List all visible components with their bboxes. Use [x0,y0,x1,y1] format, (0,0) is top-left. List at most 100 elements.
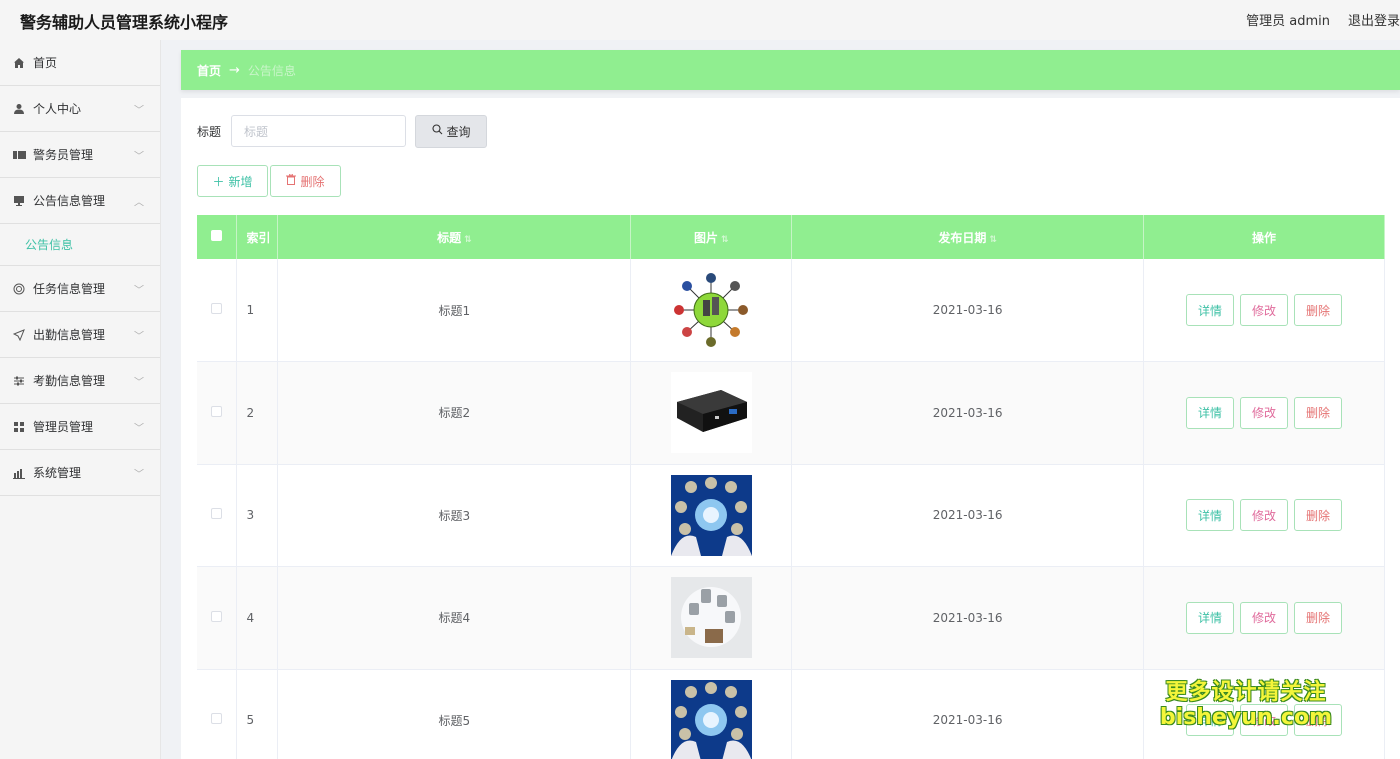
row-date: 2021-03-16 [791,566,1145,670]
sidebar-item-label: 首页 [33,56,58,70]
select-all-cell [197,215,238,259]
sidebar-item-admin-mgmt[interactable]: 管理员管理 ﹀ [0,404,160,450]
row-select-cell [197,464,238,567]
search-input[interactable]: 标题 [231,115,407,147]
sidebar: 首页 个人中心 ﹀ 警务员管理 ﹀ 公告信息管理 ︿ 公告信息 任务信息管理 ﹀ [0,40,161,759]
row-image-cell [630,464,793,567]
breadcrumb-home[interactable]: 首页 [197,62,221,79]
watermark-line1: 更多设计请关注 [1165,680,1327,705]
user-label[interactable]: 管理员 admin [1246,10,1330,29]
row-checkbox[interactable] [211,508,223,520]
target-icon [12,282,26,296]
sidebar-item-attendance-out[interactable]: 出勤信息管理 ﹀ [0,312,160,358]
select-all-checkbox[interactable] [211,230,223,241]
sidebar-item-label: 考勤信息管理 [33,374,106,388]
sidebar-item-label: 任务信息管理 [33,282,106,296]
main-content: 首页 → 公告信息 标题 标题 查询 ＋ 新增 删除 索引 标题 ⇅ 图片 ⇅ … [181,50,1400,759]
search-button[interactable]: 查询 [415,114,488,148]
sidebar-item-notice-mgmt[interactable]: 公告信息管理 ︿ [0,178,160,224]
row-title: 标题5 [277,669,632,759]
ticket-icon [12,148,26,162]
sidebar-item-label: 个人中心 [33,102,82,116]
row-index: 2 [236,361,279,465]
sort-icon[interactable]: ⇅ [721,235,729,245]
header-date[interactable]: 发布日期 ⇅ [791,215,1145,259]
breadcrumb-current: 公告信息 [247,63,296,78]
header-image[interactable]: 图片 ⇅ [630,215,793,259]
home-icon [12,56,26,70]
row-checkbox[interactable] [211,303,223,314]
header-date-label: 发布日期 [938,230,987,245]
table-row: 1 标题1 2021-03-16 详情 修改 删除 [197,259,1385,362]
chevron-down-icon: ﹀ [134,423,144,434]
sidebar-item-label: 公告信息管理 [33,194,106,208]
detail-button[interactable]: 详情 [1186,499,1234,532]
table-header-row: 索引 标题 ⇅ 图片 ⇅ 发布日期 ⇅ 操作 [197,215,1385,259]
header-title[interactable]: 标题 ⇅ [277,215,632,259]
row-image-cell [630,566,793,670]
edit-button[interactable]: 修改 [1240,294,1288,326]
row-checkbox[interactable] [211,405,223,417]
row-ops: 详情 修改 删除 [1144,499,1384,532]
action-bar: ＋ 新增 删除 [197,165,341,197]
header-index-label: 索引 [246,230,271,245]
watermark-line2: bisheyun.com [1159,705,1332,730]
delete-button[interactable]: 删除 [1294,601,1342,634]
sort-icon[interactable]: ⇅ [989,235,997,245]
sidebar-item-label: 警务员管理 [33,148,94,162]
row-checkbox[interactable] [211,610,223,622]
add-button[interactable]: ＋ 新增 [197,165,268,197]
delete-button[interactable]: 删除 [1294,499,1342,532]
blue-globe-hands-image [670,679,752,759]
search-button-label: 查询 [446,124,471,139]
sort-icon[interactable]: ⇅ [464,235,472,245]
row-ops: 详情 修改 删除 [1144,396,1384,429]
header-index: 索引 [236,215,279,259]
breadcrumb: 首页 → 公告信息 [181,50,1400,90]
sidebar-item-label: 系统管理 [33,466,82,480]
detail-button[interactable]: 详情 [1186,601,1234,634]
row-checkbox[interactable] [211,713,223,725]
delete-button[interactable]: 删除 [1294,396,1342,429]
detail-button[interactable]: 详情 [1186,294,1234,326]
row-ops-cell: 详情 修改 删除 [1143,259,1385,362]
grid-icon [12,420,26,434]
row-image-cell [630,259,793,362]
row-title: 标题1 [277,259,632,362]
sidebar-subitem-label: 公告信息 [25,238,74,252]
delete-button[interactable]: 删除 [1294,294,1342,326]
watermark: 更多设计请关注 bisheyun.com [1160,682,1332,729]
row-date: 2021-03-16 [791,259,1145,362]
row-title: 标题4 [277,566,632,670]
sidebar-item-home[interactable]: 首页 [0,40,160,86]
sidebar-item-officer[interactable]: 警务员管理 ﹀ [0,132,160,178]
chart-icon [12,466,26,480]
sidebar-subitem-notice[interactable]: 公告信息 [0,224,160,266]
batch-delete-button[interactable]: 删除 [270,165,341,197]
sidebar-item-system-mgmt[interactable]: 系统管理 ﹀ [0,450,160,496]
row-date: 2021-03-16 [791,361,1145,465]
app-title: 警务辅助人员管理系统小程序 [20,13,229,32]
top-bar: 警务辅助人员管理系统小程序 管理员 admin 退出登录 [0,0,1400,40]
logout-link[interactable]: 退出登录 [1348,10,1400,29]
row-index: 1 [236,259,279,362]
network-diagram-image [670,269,752,351]
sidebar-item-task-mgmt[interactable]: 任务信息管理 ﹀ [0,266,160,312]
row-index: 5 [236,669,279,759]
row-image-cell [630,361,793,465]
row-ops: 详情 修改 删除 [1144,294,1384,326]
chevron-down-icon: ﹀ [134,331,144,342]
edit-button[interactable]: 修改 [1240,601,1288,634]
sidebar-item-attendance-check[interactable]: 考勤信息管理 ﹀ [0,358,160,404]
search-bar: 标题 标题 查询 [197,114,488,148]
row-date: 2021-03-16 [791,464,1145,567]
edit-button[interactable]: 修改 [1240,499,1288,532]
table-row: 3 标题3 2021-03-16 详情 修改 删除 [197,464,1385,567]
detail-button[interactable]: 详情 [1186,396,1234,429]
monitor-icon [12,194,26,208]
edit-button[interactable]: 修改 [1240,396,1288,429]
blue-globe-hands-image [670,474,752,556]
sidebar-item-personal[interactable]: 个人中心 ﹀ [0,86,160,132]
chevron-down-icon: ﹀ [134,469,144,480]
content-panel: 标题 标题 查询 ＋ 新增 删除 索引 标题 ⇅ 图片 ⇅ 发布日期 ⇅ 操作 … [181,98,1400,759]
